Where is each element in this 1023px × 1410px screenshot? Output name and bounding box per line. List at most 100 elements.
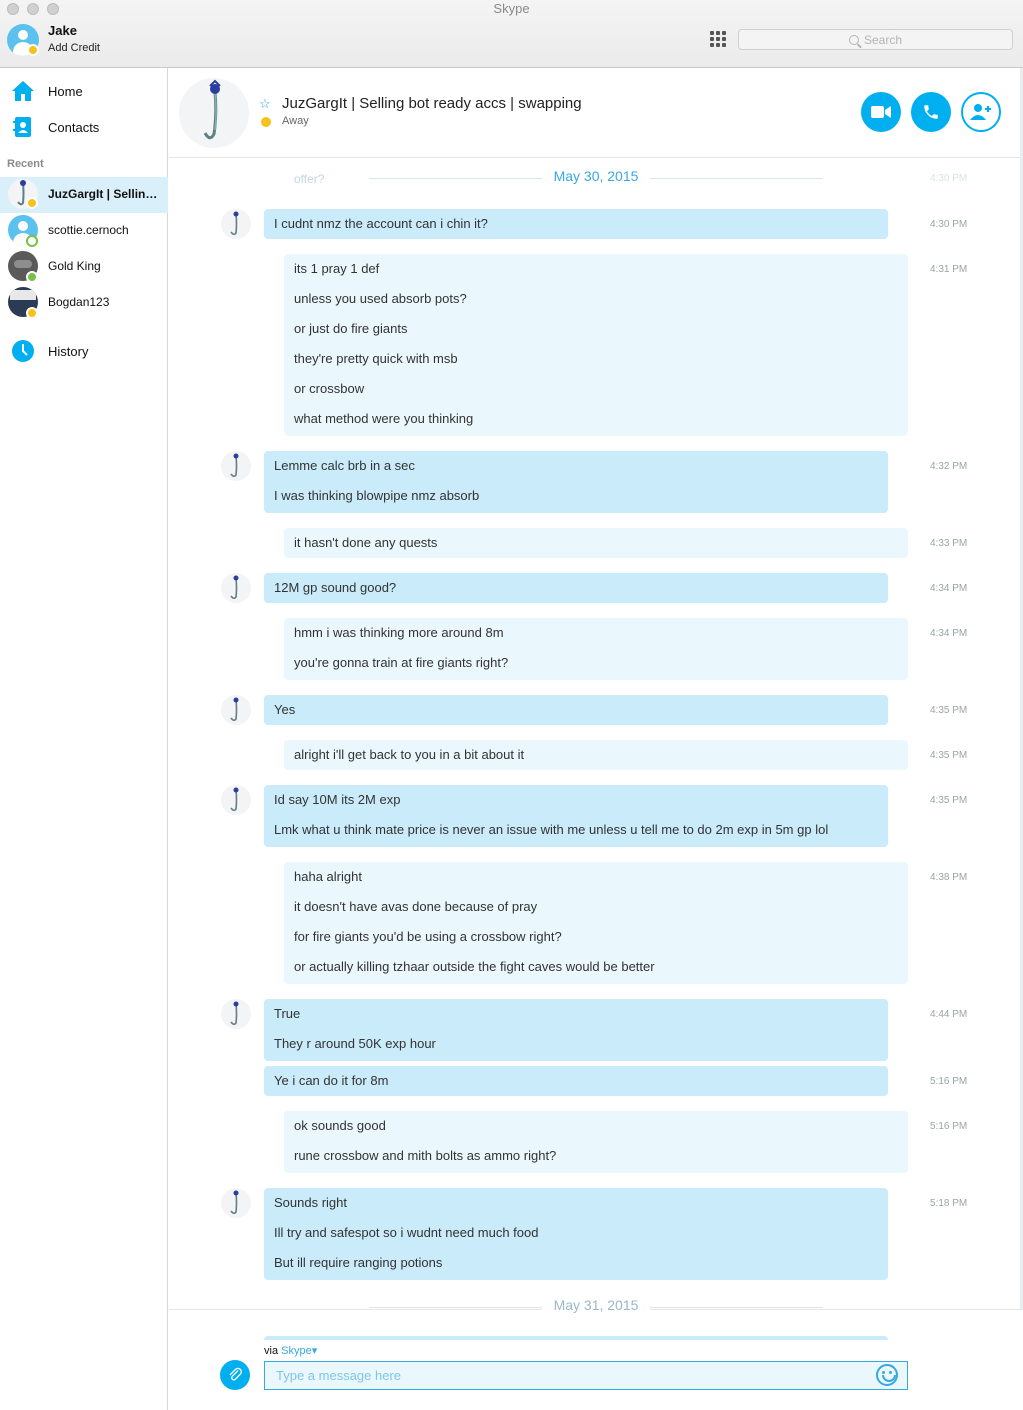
conversation-status: Away xyxy=(282,115,309,127)
home-icon xyxy=(12,81,34,101)
sender-avatar[interactable] xyxy=(221,209,251,239)
conversation-title: JuzGargIt | Selling bot ready accs | swa… xyxy=(282,95,582,112)
dialpad-icon[interactable] xyxy=(710,31,726,47)
outgoing-message[interactable]: ok sounds good rune crossbow and mith bol… xyxy=(284,1111,908,1173)
away-status-icon xyxy=(261,117,271,127)
message-line: ok sounds good xyxy=(294,1118,386,1133)
attach-button[interactable] xyxy=(220,1360,250,1390)
message-line: True xyxy=(274,1006,301,1021)
message-timestamp: 4:35 PM xyxy=(930,795,968,806)
recent-contact-scottie[interactable]: scottie.cernoch xyxy=(0,213,168,249)
sidebar-item-history[interactable]: History xyxy=(0,333,168,369)
send-via-selector[interactable]: via Skype▾ xyxy=(264,1344,317,1357)
outgoing-message[interactable]: alright i'll get back to you in a bit ab… xyxy=(284,740,908,770)
message-line: I cudnt nmz the account can i chin it? xyxy=(274,216,488,231)
sender-avatar[interactable] xyxy=(221,573,251,603)
message-line: it doesn't have avas done because of pra… xyxy=(294,899,538,914)
incoming-message[interactable]: True They r around 50K exp hour xyxy=(264,999,888,1061)
title-bar: Skype Jake Add Credit Search xyxy=(0,0,1023,68)
message-line: alright i'll get back to you in a bit ab… xyxy=(294,747,525,762)
status-away-icon xyxy=(26,197,38,209)
skype-window: Skype Jake Add Credit Search Home Contac… xyxy=(0,0,1023,1410)
message-line: Lmk what u think mate price is never an … xyxy=(274,822,829,837)
chevron-down-icon: ▾ xyxy=(311,1345,318,1357)
sender-avatar[interactable] xyxy=(221,1188,251,1218)
incoming-message[interactable]: Id say 10M its 2M exp Lmk what u think ma… xyxy=(264,785,888,847)
audio-call-button[interactable] xyxy=(911,92,951,132)
sidebar-item-contacts[interactable]: Contacts xyxy=(0,109,168,145)
incoming-message[interactable]: 12M gp sound good? xyxy=(264,573,888,603)
status-online-icon xyxy=(26,271,38,283)
message-line: Lemme calc brb in a sec xyxy=(274,458,415,473)
sidebar-item-home[interactable]: Home xyxy=(0,73,168,109)
incoming-message[interactable]: Lemme calc brb in a sec I was thinking bl… xyxy=(264,451,888,513)
via-service: Skype xyxy=(281,1345,312,1357)
message-line: its 1 pray 1 def xyxy=(294,261,380,276)
incoming-message[interactable]: I cudnt nmz the account can i chin it? xyxy=(264,209,888,239)
recent-contact-name: scottie.cernoch xyxy=(48,223,129,237)
recent-contact-bogdan[interactable]: Bogdan123 xyxy=(0,285,168,321)
message-line: But ill require ranging potions xyxy=(274,1255,443,1270)
message-line: I was thinking blowpipe nmz absorb xyxy=(274,488,480,503)
message-list[interactable]: offer? 4:30 PM May 30, 2015 I cudnt nmz … xyxy=(169,159,1023,1307)
outgoing-message[interactable]: hmm i was thinking more around 8m you're … xyxy=(284,618,908,680)
outgoing-message[interactable]: haha alright it doesn't have avas done be… xyxy=(284,862,908,984)
smiley-icon[interactable] xyxy=(876,1364,898,1386)
message-line: or actually killing tzhaar outside the f… xyxy=(294,959,655,974)
message-line: Ye i can do it for 8m xyxy=(274,1073,389,1088)
sender-avatar[interactable] xyxy=(221,451,251,481)
sidebar-item-label: Contacts xyxy=(48,119,100,135)
window-title: Skype xyxy=(493,1,530,16)
message-line: it hasn't done any quests xyxy=(294,535,438,550)
sender-avatar[interactable] xyxy=(221,999,251,1029)
add-people-button[interactable] xyxy=(961,92,1001,132)
phone-call-icon xyxy=(924,105,938,119)
contacts-icon xyxy=(13,117,31,137)
sidebar-item-label: Home xyxy=(48,83,83,99)
message-timestamp: 5:16 PM xyxy=(930,1076,968,1087)
sender-avatar[interactable] xyxy=(221,695,251,725)
sender-avatar[interactable] xyxy=(221,785,251,815)
message-line: Yes xyxy=(274,702,296,717)
incoming-message[interactable]: Ye i can do it for 8m xyxy=(264,1066,888,1096)
message-line: Id say 10M its 2M exp xyxy=(274,792,401,807)
outgoing-message[interactable]: it hasn't done any quests xyxy=(284,528,908,558)
message-line: what method were you thinking xyxy=(294,411,474,426)
recent-contact-gold-king[interactable]: Gold King xyxy=(0,249,168,285)
via-prefix: via xyxy=(264,1345,279,1357)
recent-contact-juzgargit[interactable]: JuzGargIt | Selling bot ready accs | swa… xyxy=(0,177,168,213)
video-call-button[interactable] xyxy=(861,92,901,132)
sidebar-item-label: History xyxy=(48,343,89,359)
message-timestamp: 4:35 PM xyxy=(930,750,968,761)
search-placeholder: Search xyxy=(863,32,903,47)
recent-contact-name: Bogdan123 xyxy=(48,295,110,309)
my-status-away-icon xyxy=(27,44,39,56)
message-timestamp: 4:31 PM xyxy=(930,264,968,275)
message-line: or crossbow xyxy=(294,381,365,396)
status-away-icon xyxy=(26,307,38,319)
search-icon xyxy=(848,34,859,45)
add-people-icon xyxy=(970,104,991,120)
next-message-peek xyxy=(264,1336,888,1340)
recent-section-label: Recent xyxy=(7,158,44,170)
message-line: you're gonna train at fire giants right? xyxy=(294,655,509,670)
message-timestamp: 5:18 PM xyxy=(930,1198,968,1209)
recent-contact-name: Gold King xyxy=(48,259,101,273)
message-timestamp: 4:35 PM xyxy=(930,705,968,716)
add-credit-link[interactable]: Add Credit xyxy=(48,42,100,54)
outgoing-message[interactable]: its 1 pray 1 def unless you used absorb p… xyxy=(284,254,908,436)
message-line: Sounds right xyxy=(274,1195,347,1210)
my-name[interactable]: Jake xyxy=(48,23,77,38)
message-input[interactable]: Type a message here xyxy=(264,1361,908,1390)
compose-area: via Skype▾ Type a message here xyxy=(169,1309,1023,1410)
incoming-message[interactable]: Sounds right Ill try and safespot so i wu… xyxy=(264,1188,888,1280)
conversation-avatar[interactable] xyxy=(179,78,249,148)
message-line: or just do fire giants xyxy=(294,321,408,336)
incoming-message[interactable]: Yes xyxy=(264,695,888,725)
search-field[interactable]: Search xyxy=(738,29,1013,50)
date-label: May 31, 2015 xyxy=(541,1297,651,1313)
favorite-star-icon[interactable]: ☆ xyxy=(259,96,271,112)
status-offline-icon xyxy=(26,235,38,247)
message-line: haha alright xyxy=(294,869,362,884)
message-line: for fire giants you'd be using a crossbo… xyxy=(294,929,562,944)
